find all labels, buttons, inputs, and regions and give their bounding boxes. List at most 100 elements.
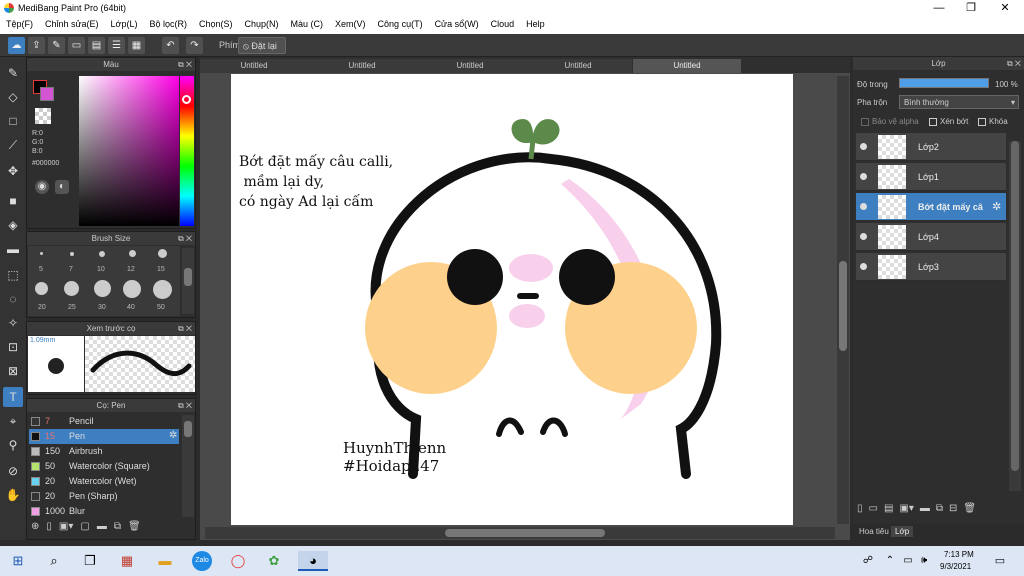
folder-icon[interactable]: ▬ (920, 503, 930, 519)
panel-controls-icon[interactable]: ⧉ ✕ (178, 322, 192, 335)
color-settings-icon[interactable]: ◐ (55, 180, 69, 194)
task-view-icon[interactable]: ❐ (80, 551, 100, 571)
panel-controls-icon[interactable]: ⧉ ✕ (1007, 57, 1021, 70)
panel-controls-icon[interactable]: ⧉ ✕ (178, 399, 192, 412)
new-brush-icon[interactable]: ▯ (46, 521, 52, 537)
visibility-icon[interactable] (860, 233, 867, 240)
bucket-tool-icon[interactable]: ◈ (3, 215, 23, 235)
brush-settings-icon[interactable]: ✲ (169, 430, 177, 441)
vertical-scrollbar[interactable] (837, 76, 849, 524)
brush-list-scrollbar[interactable] (182, 415, 194, 517)
dropper-tool-icon[interactable]: ⚲ (3, 435, 23, 455)
blend-mode-select[interactable]: Bình thường ▾ (899, 95, 1019, 109)
visibility-icon[interactable] (860, 143, 867, 150)
rect-tool-icon[interactable]: □ (3, 111, 23, 131)
menu-file[interactable]: Tệp(F) (0, 17, 39, 34)
brush-item-airbrush[interactable]: 150 Airbrush (29, 444, 179, 459)
brush-size-scrollbar[interactable] (182, 248, 194, 314)
eraser-tool-icon[interactable]: ◇ (3, 87, 23, 107)
store-icon[interactable]: ▦ (117, 551, 137, 571)
horizontal-scrollbar[interactable] (205, 527, 835, 539)
menu-color[interactable]: Màu (C) (285, 17, 330, 34)
reset-button[interactable]: ⦸ Đặt lại (238, 37, 286, 54)
hue-handle[interactable] (182, 95, 191, 104)
paint-icon[interactable]: ✿ (264, 551, 284, 571)
brush-size-dot[interactable] (35, 282, 48, 295)
import-brush-icon[interactable]: ▢ (80, 521, 89, 537)
lasso-tool-icon[interactable]: ◌ (3, 289, 23, 309)
cloud-icon[interactable]: ☁ (8, 37, 25, 54)
layers-tab[interactable]: Lớp (891, 526, 914, 537)
select-tool-icon[interactable]: ⬚ (3, 265, 23, 285)
undo-icon[interactable]: ↶ (162, 37, 179, 54)
saturation-value-picker[interactable] (79, 76, 179, 226)
menu-layer[interactable]: Lớp(L) (105, 17, 144, 34)
layer-row-selected[interactable]: Bớt đặt mấy câ ✲ (856, 193, 1006, 221)
menu-filter[interactable]: Bộ lọc(R) (143, 17, 193, 34)
brush-menu-icon[interactable]: ▣▾ (59, 521, 73, 537)
doc-tab[interactable]: Untitled (416, 59, 524, 73)
brush-item-watercolor-wet[interactable]: 20 Watercolor (Wet) (29, 474, 179, 489)
duplicate-layer-icon[interactable]: ⧉ (936, 503, 943, 519)
new-halftone-layer-icon[interactable]: ▭ (869, 503, 878, 519)
layer-row[interactable]: Lớp2 (856, 133, 1006, 161)
visibility-icon[interactable] (860, 173, 867, 180)
brush-size-dot[interactable] (64, 281, 79, 296)
select-eraser-icon[interactable]: ⊠ (3, 361, 23, 381)
drawing-canvas[interactable]: Bớt đặt mấy câu calli, mầm lại dy, có ng… (231, 74, 793, 525)
grid-icon[interactable]: ▦ (128, 37, 145, 54)
share-icon[interactable]: ⇪ (28, 37, 45, 54)
brush-size-dot[interactable] (153, 280, 172, 299)
brush-size-dot[interactable] (123, 280, 141, 298)
menu-tools[interactable]: Công cụ(T) (372, 17, 429, 34)
tray-chevron-icon[interactable]: ⌃ (880, 551, 900, 571)
menu-select[interactable]: Chọn(S) (193, 17, 239, 34)
brush-size-dot[interactable] (99, 251, 105, 257)
brush-item-pencil[interactable]: 7 Pencil (29, 414, 179, 429)
transparent-swatch[interactable] (35, 108, 51, 124)
close-button[interactable]: ✕ (988, 0, 1022, 17)
clock-time[interactable]: 7:13 PM (944, 550, 974, 559)
brush-size-dot[interactable] (94, 280, 111, 297)
medibang-taskbar-icon[interactable]: ◕ (298, 551, 328, 571)
merge-layer-icon[interactable]: ⊟ (949, 503, 957, 519)
volume-icon[interactable]: 🕪 (914, 551, 934, 571)
add-brush-icon[interactable]: ⊕ (31, 521, 39, 537)
people-icon[interactable]: ☍ (858, 551, 878, 571)
clock-date[interactable]: 9/3/2021 (940, 562, 971, 571)
new-8bit-layer-icon[interactable]: ▤ (884, 503, 893, 519)
layer-row[interactable]: Lớp3 (856, 253, 1006, 281)
brush-tool-icon[interactable]: ✎ (3, 63, 23, 83)
redo-icon[interactable]: ↷ (186, 37, 203, 54)
panel-controls-icon[interactable]: ⧉ ✕ (178, 58, 192, 71)
operation-tool-icon[interactable]: ⌖ (3, 411, 23, 431)
copy-brush-icon[interactable]: ⧉ (114, 521, 121, 537)
brush-item-pen-sharp[interactable]: 20 Pen (Sharp) (29, 489, 179, 504)
layer-settings-icon[interactable]: ✲ (992, 200, 1001, 213)
doc-tab-active[interactable]: Untitled (633, 59, 741, 73)
comment-icon[interactable]: ✎ (48, 37, 65, 54)
navigator-tab[interactable]: Hoa tiêu (855, 526, 893, 537)
brush-item-pen[interactable]: 15 Pen ✲ (29, 429, 179, 444)
brush-size-dot[interactable] (129, 250, 136, 257)
protect-alpha-checkbox[interactable] (861, 118, 869, 126)
maximize-button[interactable]: ❐ (954, 0, 988, 17)
delete-layer-icon[interactable]: 🗑 (963, 503, 976, 519)
menu-snap[interactable]: Chụp(N) (239, 17, 285, 34)
brush-item-blur[interactable]: 1000 Blur (29, 504, 179, 519)
layer-menu-icon[interactable]: ▣▾ (899, 503, 913, 519)
brush-size-dot[interactable] (40, 252, 43, 255)
new-layer-icon[interactable]: ▯ (857, 503, 863, 519)
line-tool-icon[interactable]: ⟋ (3, 135, 23, 155)
hand-tool-icon[interactable]: ✋ (3, 485, 23, 505)
opera-icon[interactable]: ◯ (228, 551, 248, 571)
panel-controls-icon[interactable]: ⧉ ✕ (178, 232, 192, 245)
zalo-icon[interactable]: Zalo (192, 551, 212, 571)
clip-checkbox[interactable] (929, 118, 937, 126)
lock-checkbox[interactable] (978, 118, 986, 126)
menu-cloud[interactable]: Cloud (485, 17, 521, 34)
gradient-tool-icon[interactable]: ▬ (3, 239, 23, 259)
doc-tab[interactable]: Untitled (524, 59, 632, 73)
doc-tab[interactable]: Untitled (200, 59, 308, 73)
move-tool-icon[interactable]: ✥ (3, 161, 23, 181)
